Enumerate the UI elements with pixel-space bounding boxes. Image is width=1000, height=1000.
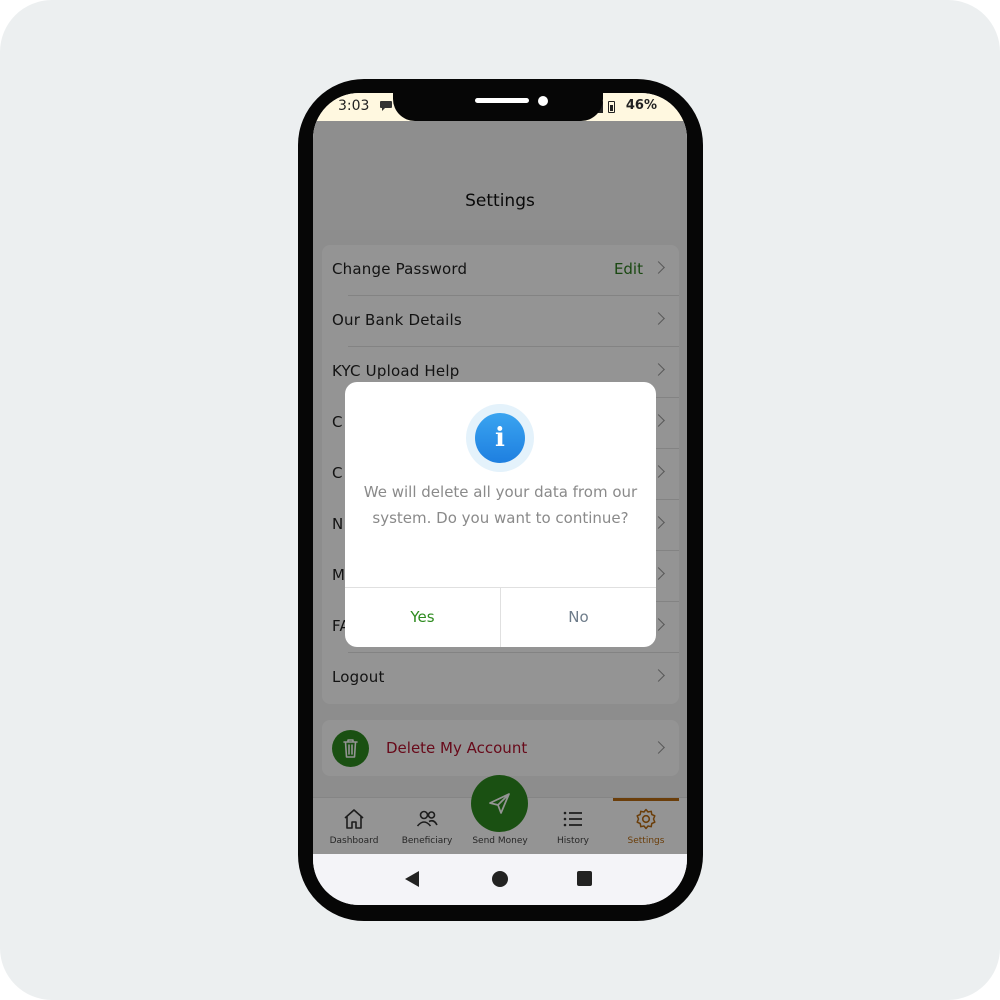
- dialog-message: We will delete all your data from our sy…: [363, 483, 638, 527]
- message-notification-icon: [380, 101, 392, 111]
- no-button[interactable]: No: [501, 588, 656, 647]
- phone-screen: 3:03 46% Settings Change Password Edit O…: [313, 93, 687, 905]
- phone-frame: 3:03 46% Settings Change Password Edit O…: [298, 79, 703, 921]
- yes-button[interactable]: Yes: [345, 588, 500, 647]
- confirm-delete-dialog: i We will delete all your data from our …: [345, 382, 656, 647]
- info-icon-halo: i: [466, 404, 534, 472]
- system-navigation-bar: [313, 854, 687, 905]
- status-time: 3:03: [338, 98, 370, 114]
- camera-notch: [393, 93, 603, 121]
- battery-percent: 46%: [625, 98, 657, 113]
- front-camera: [538, 96, 548, 106]
- speaker-grille: [475, 98, 529, 103]
- battery-icon: [608, 101, 615, 113]
- info-icon: i: [475, 413, 525, 463]
- home-button-icon[interactable]: [492, 871, 508, 887]
- device-backdrop: 3:03 46% Settings Change Password Edit O…: [0, 0, 1000, 1000]
- back-icon[interactable]: [405, 871, 419, 887]
- recents-icon[interactable]: [577, 871, 592, 886]
